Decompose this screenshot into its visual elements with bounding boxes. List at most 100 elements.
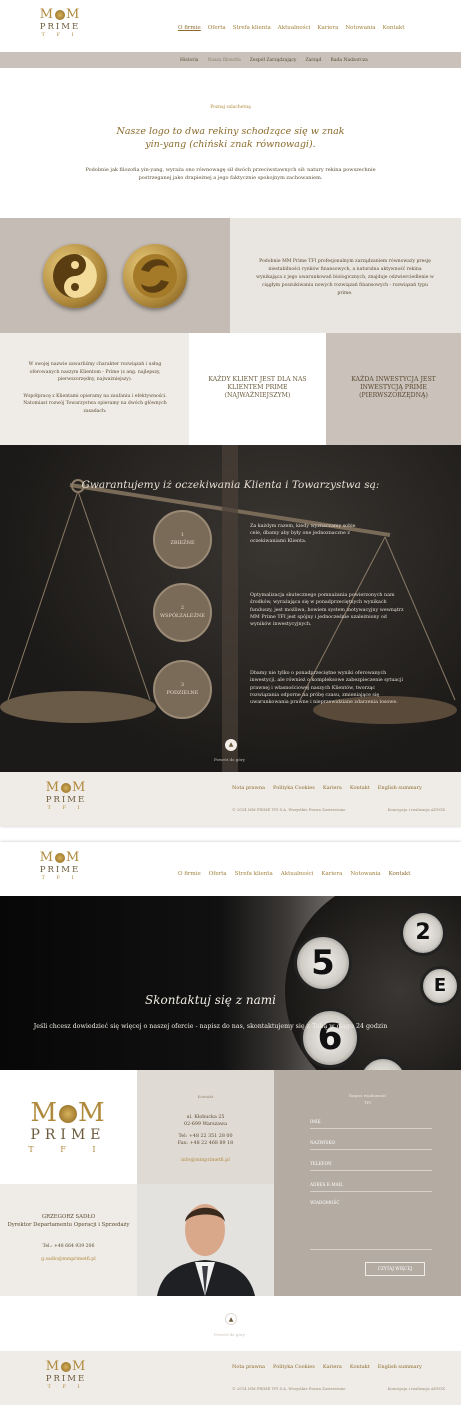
address-line: 02-699 Warszawa xyxy=(184,1122,227,1127)
nav-item-kontakt[interactable]: Kontakt xyxy=(389,871,411,877)
surname-field[interactable]: NAZWISKO xyxy=(310,1135,432,1150)
dial-digit: 2 xyxy=(400,910,446,956)
address-line: ul. Kłobucka 25 xyxy=(186,1115,225,1120)
logo-m-left: M xyxy=(39,7,54,22)
header: MM PRIME T F I O firmie Oferta Strefa kl… xyxy=(0,842,461,896)
back-to-top-label[interactable]: Powrót do góry xyxy=(214,757,245,762)
contact-email-link[interactable]: info@mmprimetfi.pl xyxy=(137,1158,274,1163)
subnav-item-rada[interactable]: Rada Nadzorcza xyxy=(330,58,367,63)
circle-label: ZBIEŻNE xyxy=(170,540,195,546)
footer-link-kariera[interactable]: Kariera xyxy=(323,785,342,791)
logo-coin-icon xyxy=(55,9,65,20)
footer-logo[interactable]: MM PRIME T F I xyxy=(38,781,94,812)
principle-client-text: KAŻDY KLIENT JEST DLA NAS KLIENTEM PRIME… xyxy=(208,376,307,399)
principle-client: KAŻDY KLIENT JEST DLA NAS KLIENTEM PRIME… xyxy=(189,333,326,445)
form-label-line: TFI xyxy=(363,1100,372,1105)
person-email-link[interactable]: g.sadlo@mmprimetfi.pl xyxy=(0,1257,137,1262)
footer-link-nota[interactable]: Nota prawna xyxy=(232,1364,265,1370)
footer-copyright: © 2014 MM PRIME TFI S.A. Wszystkie Prawa… xyxy=(232,1386,346,1391)
back-to-top-button[interactable]: ▲ xyxy=(225,739,237,751)
subnav-item-historia[interactable]: Historia xyxy=(180,58,198,63)
logo[interactable]: MM PRIME T F I xyxy=(32,851,88,882)
subnav-item-filozofia[interactable]: Nasza filozofia xyxy=(207,58,240,63)
email-field[interactable]: ADRES E-MAIL xyxy=(310,1177,432,1192)
dial-digit: 6 xyxy=(300,1008,360,1068)
logo-m-right: M xyxy=(66,7,81,22)
nav-item-o-firmie[interactable]: O firmie xyxy=(178,25,201,31)
footer-realization[interactable]: Koncepcja i realizacja ADVOX xyxy=(388,1386,445,1391)
nav-item-notowania[interactable]: Notowania xyxy=(345,25,375,31)
circle-label: WSPÓŁZALEŻNE xyxy=(160,613,205,619)
principle-investment: KAŻDA INWESTYCJA JEST INWESTYCJĄ PRIME (… xyxy=(326,333,461,445)
sub-nav: Historia Nasza filozofia Zespół Zarządza… xyxy=(0,52,461,68)
nav-item-aktualnosci[interactable]: Aktualności xyxy=(281,871,314,877)
footer-link-kontakt[interactable]: Kontakt xyxy=(350,785,370,791)
nav-item-strefa-klienta[interactable]: Strefa klienta xyxy=(233,25,271,31)
footer-copyright: © 2014 MM PRIME TFI S.A. Wszystkie Prawa… xyxy=(232,807,346,812)
guarantee-text-2: Optymalizacja skutecznego pomnażania pow… xyxy=(250,593,404,628)
nav-item-notowania[interactable]: Notowania xyxy=(350,871,380,877)
subnav-item-zarzad[interactable]: Zarząd xyxy=(305,58,321,63)
nav-item-strefa-klienta[interactable]: Strefa klienta xyxy=(235,871,273,877)
footer-link-english[interactable]: English summary xyxy=(378,1364,422,1370)
intro-body: Podobnie jak filozofia yin-yang, wyraża … xyxy=(85,167,376,181)
logo-tfi: T F I xyxy=(47,1384,85,1390)
page-contact: MM PRIME T F I O firmie Oferta Strefa kl… xyxy=(0,842,461,1405)
nav-item-kariera[interactable]: Kariera xyxy=(321,871,342,877)
main-nav: O firmie Oferta Strefa klienta Aktualnoś… xyxy=(178,871,410,877)
footer-link-nota[interactable]: Nota prawna xyxy=(232,785,265,791)
nav-item-o-firmie[interactable]: O firmie xyxy=(178,871,201,877)
phone-field[interactable]: TELEFON xyxy=(310,1156,432,1171)
contact-hero-text: Jeśli chcesz dowiedzieć się więcej o nas… xyxy=(33,1023,388,1030)
contact-section: MM PRIME T F I Kontakt ul. Kłobucka 25 0… xyxy=(0,1070,461,1296)
footer-link-cookies[interactable]: Polityka Cookies xyxy=(273,1364,315,1370)
contact-form-label: Napisz wiadomość TFI xyxy=(274,1092,461,1106)
nav-item-kariera[interactable]: Kariera xyxy=(317,25,338,31)
guarantee-circle-2: 2 WSPÓŁZALEŻNE xyxy=(153,583,212,642)
logo-m-left: M xyxy=(45,1359,60,1374)
logo[interactable]: MM PRIME T F I xyxy=(32,8,88,39)
principle-investment-text: KAŻDA INWESTYCJA JEST INWESTYCJĄ PRIME (… xyxy=(351,376,436,399)
logo-tfi: T F I xyxy=(28,1145,108,1154)
circle-number: 1 xyxy=(180,532,185,538)
footer-link-kontakt[interactable]: Kontakt xyxy=(350,1364,370,1370)
logo-prime: PRIME xyxy=(45,795,87,805)
main-nav: O firmie Oferta Strefa klienta Aktualnoś… xyxy=(178,25,404,31)
page-about: MM PRIME T F I O firmie Oferta Strefa kl… xyxy=(0,0,461,826)
footer-nav: Nota prawna Polityka Cookies Kariera Kon… xyxy=(232,1364,422,1370)
submit-button[interactable]: CZYTAJ WIĘCEJ xyxy=(365,1262,425,1276)
yinyang-text: Podobnie MM Prime TFI profesjonalnym zar… xyxy=(256,259,434,296)
logo-m-left: M xyxy=(39,850,54,865)
footer-link-english[interactable]: English summary xyxy=(378,785,422,791)
back-to-top-button[interactable]: ▲ xyxy=(225,1313,237,1325)
footer-logo[interactable]: MM PRIME T F I xyxy=(38,1360,94,1391)
nav-item-oferta[interactable]: Oferta xyxy=(208,25,226,31)
message-field[interactable]: WIADOMOŚĆ xyxy=(310,1195,432,1250)
guarantee-text-1: Za każdym razem, kiedy wyznaczamy sobie … xyxy=(250,524,356,544)
contact-hero-title: Skontaktuj się z nami xyxy=(145,993,276,1007)
logo-m-right: M xyxy=(72,780,87,795)
principles-intro-p1: W swojej nazwie zawarliśmy charakter roz… xyxy=(28,362,162,382)
principles-intro: W swojej nazwie zawarliśmy charakter roz… xyxy=(0,333,189,445)
person-portrait-image xyxy=(137,1184,274,1296)
logo-tfi: T F I xyxy=(47,805,85,811)
person-name: GRZEGORZ SADŁO xyxy=(41,1214,96,1220)
footer-link-kariera[interactable]: Kariera xyxy=(323,1364,342,1370)
back-to-top-label[interactable]: Powrót do góry xyxy=(214,1332,245,1337)
name-field[interactable]: IMIĘ xyxy=(310,1114,432,1129)
logo-tfi: T F I xyxy=(41,32,79,38)
principles-intro-p2: Współpracę z Klientami opieramy na zaufa… xyxy=(23,393,167,414)
form-label-line: Napisz wiadomość xyxy=(348,1093,387,1098)
logo-m-right: M xyxy=(72,1359,87,1374)
principles-section: W swojej nazwie zawarliśmy charakter roz… xyxy=(0,333,461,445)
logo-m-left: M xyxy=(45,780,60,795)
footer-realization[interactable]: Koncepcja i realizacja ADVOX xyxy=(388,807,445,812)
subnav-item-zespol[interactable]: Zespół Zarządzający xyxy=(250,58,297,63)
nav-item-kontakt[interactable]: Kontakt xyxy=(383,25,405,31)
nav-item-aktualnosci[interactable]: Aktualności xyxy=(278,25,311,31)
nav-item-oferta[interactable]: Oferta xyxy=(209,871,227,877)
footer-link-cookies[interactable]: Polityka Cookies xyxy=(273,785,315,791)
person-role: Dyrektor Departamentu Operacji i Sprzeda… xyxy=(7,1221,130,1228)
contact-hero: 5 6 7 2 E Skontaktuj się z nami Jeśli ch… xyxy=(0,896,461,1070)
contact-person-panel: GRZEGORZ SADŁO Dyrektor Departamentu Ope… xyxy=(0,1184,137,1296)
